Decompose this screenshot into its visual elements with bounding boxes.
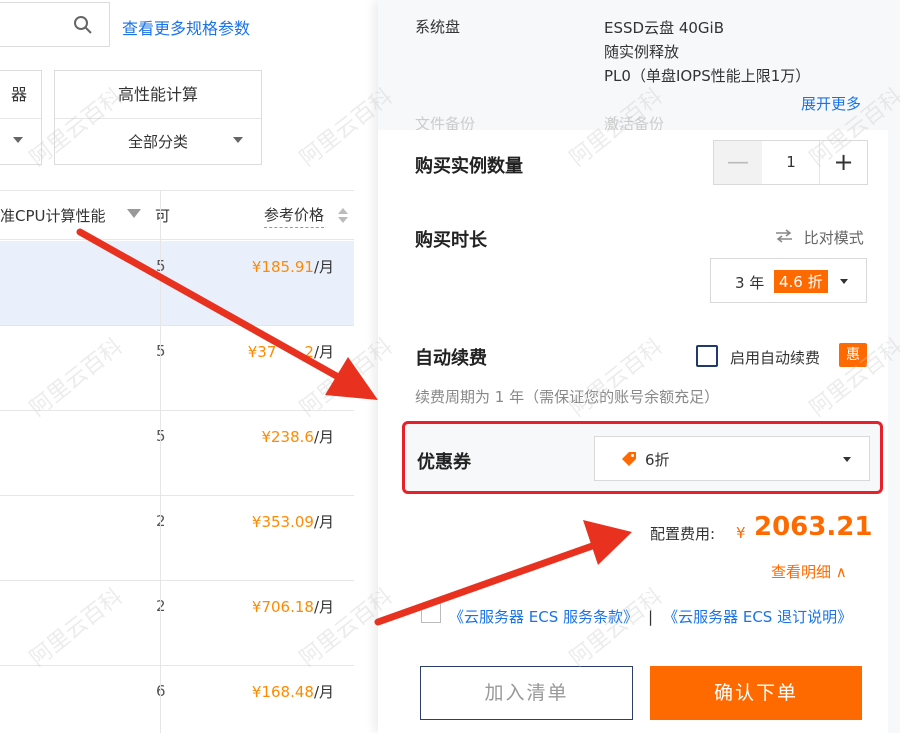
duration-discount-badge: 4.6 折 <box>774 270 828 293</box>
auto-renew-label: 自动续费 <box>415 348 487 369</box>
coupon-section: 优惠券 6折 <box>402 421 883 494</box>
table-row[interactable]: 5 ¥238.6/月 <box>0 411 354 496</box>
chevron-down-icon <box>843 457 851 462</box>
increment-button[interactable]: + <box>819 141 867 184</box>
add-to-list-button[interactable]: 加入清单 <box>420 666 633 720</box>
column-header-price[interactable]: 参考价格 <box>264 204 325 228</box>
terms-links: 《云服务器 ECS 服务条款》 | 《云服务器 ECS 退订说明》 <box>421 604 861 631</box>
coupon-tag-icon <box>621 451 637 471</box>
discount-badge: 惠 <box>839 343 867 367</box>
table-header: 准CPU计算性能 可 参考价格 <box>0 190 354 240</box>
terms-service-link[interactable]: 《云服务器 ECS 服务条款》 <box>449 608 638 626</box>
table-row[interactable]: 5 ¥185.91/月 <box>0 241 354 326</box>
filter-title: 高性能计算 <box>55 71 261 119</box>
confirm-order-button[interactable]: 确认下单 <box>650 666 862 720</box>
instance-spec-panel: 查看更多规格参数 器 高性能计算 全部分类 准CPU计算性能 可 参考价格 5 … <box>0 0 378 733</box>
column-divider <box>160 190 161 733</box>
compare-mode-label: 比对模式 <box>803 229 864 247</box>
price-cell: ¥238.6/月 <box>261 428 334 446</box>
compare-mode-toggle[interactable]: 比对模式 <box>775 227 864 248</box>
sort-asc-icon[interactable] <box>338 208 348 214</box>
table-row[interactable]: 2 ¥353.09/月 <box>0 496 354 581</box>
column-header-cpu[interactable]: 准CPU计算性能 <box>0 205 106 226</box>
order-summary-panel: 系统盘 ESSD云盘 40GiB 随实例释放 PL0（单盘IOPS性能上限1万）… <box>378 0 900 733</box>
swap-icon <box>775 229 798 247</box>
quantity-value[interactable]: 1 <box>762 141 820 184</box>
filter-hpc[interactable]: 高性能计算 全部分类 <box>54 70 262 165</box>
terms-separator: | <box>648 608 654 626</box>
price-cell: ¥185.91/月 <box>251 258 334 276</box>
disk-type: ESSD云盘 40GiB <box>604 19 725 37</box>
more-specs-link[interactable]: 查看更多规格参数 <box>122 15 250 39</box>
total-price: 2063.21 <box>754 512 873 542</box>
currency-symbol: ¥ <box>736 524 746 542</box>
filter-value: 全部分类 <box>127 133 188 151</box>
spec-search-input[interactable] <box>0 2 110 47</box>
price-cell: ¥37 2/月 <box>247 343 334 361</box>
renew-note: 续费周期为 1 年（需保证您的账号余额充足） <box>415 388 720 406</box>
decrement-button[interactable]: — <box>714 141 762 184</box>
quantity-stepper[interactable]: — 1 + <box>713 140 868 185</box>
view-detail-link[interactable]: 查看明细 ∧ <box>771 561 847 582</box>
system-disk-label: 系统盘 <box>415 18 461 36</box>
auto-renew-checkbox[interactable] <box>696 345 718 367</box>
terms-checkbox[interactable] <box>421 603 441 623</box>
auto-renew-checkbox-label[interactable]: 启用自动续费 <box>730 347 820 368</box>
price-cell: ¥706.18/月 <box>251 598 334 616</box>
filter-title: 器 <box>0 71 41 119</box>
duration-label: 购买时长 <box>415 230 487 251</box>
duration-value: 3 年 <box>735 274 765 292</box>
disk-release: 随实例释放 <box>604 43 680 61</box>
filter-architecture[interactable]: 器 <box>0 70 42 165</box>
terms-refund-link[interactable]: 《云服务器 ECS 退订说明》 <box>663 608 852 626</box>
qty-label: 购买实例数量 <box>415 156 523 177</box>
expand-more-link[interactable]: 展开更多 <box>801 93 861 114</box>
chevron-down-icon <box>13 137 23 143</box>
table-row[interactable]: 6 ¥168.48/月 <box>0 666 354 733</box>
filter-icon[interactable] <box>127 209 141 218</box>
chevron-down-icon <box>840 279 848 284</box>
column-header-avail: 可 <box>155 207 171 225</box>
coupon-value: 6折 <box>645 451 670 469</box>
config-fee-label: 配置费用: <box>650 525 716 543</box>
sort-desc-icon[interactable] <box>338 217 348 223</box>
system-disk-details: ESSD云盘 40GiB 随实例释放 PL0（单盘IOPS性能上限1万） <box>604 16 810 88</box>
chevron-down-icon <box>233 137 243 143</box>
price-cell: ¥168.48/月 <box>251 683 334 701</box>
duration-select[interactable]: 3 年 4.6 折 <box>710 258 867 303</box>
coupon-label: 优惠券 <box>417 452 471 473</box>
table-row[interactable]: 5 ¥372/月 <box>0 326 354 411</box>
disk-pl: PL0（单盘IOPS性能上限1万） <box>604 67 811 85</box>
table-row[interactable]: 2 ¥706.18/月 <box>0 581 354 666</box>
search-icon[interactable] <box>73 15 93 39</box>
coupon-select[interactable]: 6折 <box>594 436 870 481</box>
price-cell: ¥353.09/月 <box>251 513 334 531</box>
